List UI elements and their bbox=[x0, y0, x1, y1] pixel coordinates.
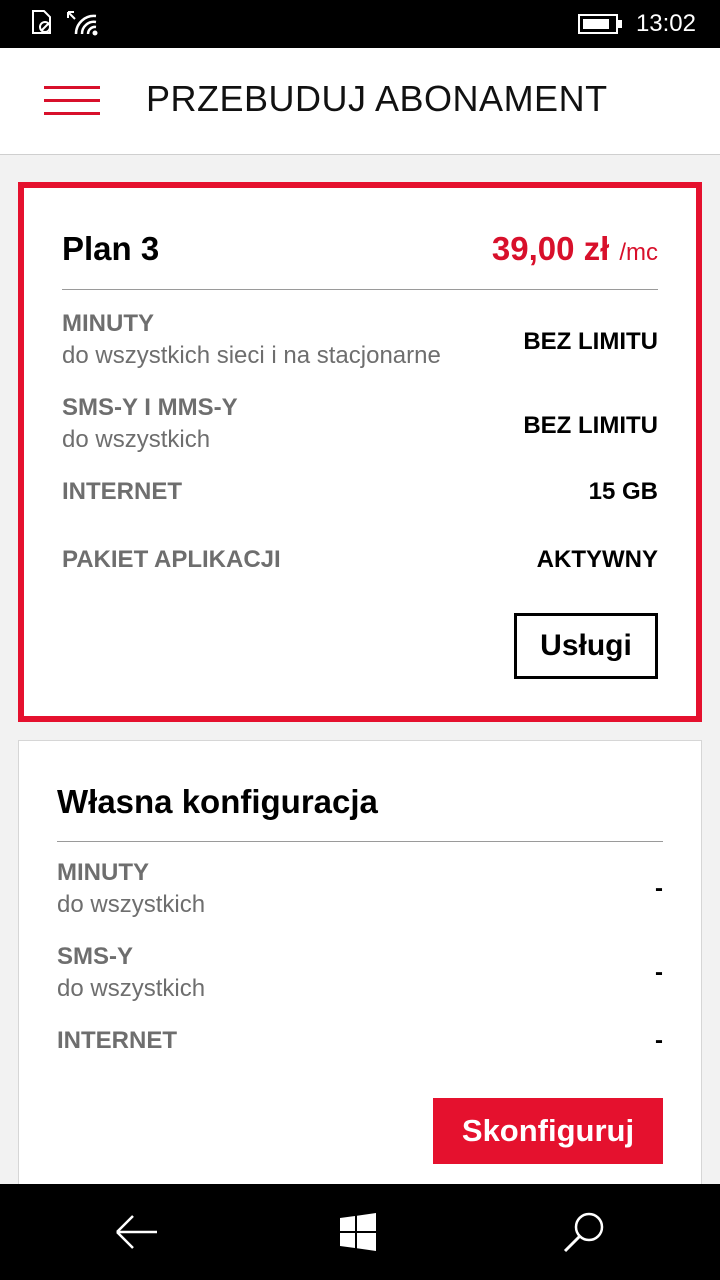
services-button[interactable]: Usługi bbox=[514, 613, 658, 679]
windows-start-icon[interactable] bbox=[334, 1208, 382, 1256]
custom-feature-row-minutes: MINUTY do wszystkich - bbox=[57, 859, 663, 919]
custom-feature-row-sms: SMS-Y do wszystkich - bbox=[57, 943, 663, 1003]
custom-feature-row-internet: INTERNET - bbox=[57, 1027, 663, 1055]
custom-title: Własna konfiguracja bbox=[57, 783, 378, 820]
feature-value: - bbox=[655, 875, 663, 902]
custom-config-card: Własna konfiguracja MINUTY do wszystkich… bbox=[18, 740, 702, 1200]
back-arrow-icon[interactable] bbox=[112, 1208, 160, 1256]
feature-value: 15 GB bbox=[588, 478, 658, 505]
feature-value: AKTYWNY bbox=[536, 546, 658, 573]
feature-value: BEZ LIMITU bbox=[523, 412, 658, 439]
plan-card[interactable]: Plan 3 39,00 zł /mc MINUTY do wszystkich… bbox=[18, 182, 702, 722]
feature-description: do wszystkich bbox=[57, 975, 206, 1002]
feature-row-minutes: MINUTY do wszystkich sieci i na stacjona… bbox=[62, 310, 658, 370]
feature-value: - bbox=[655, 959, 663, 986]
wifi-icon bbox=[66, 8, 100, 41]
plan-title: Plan 3 bbox=[62, 230, 160, 267]
feature-name: MINUTY bbox=[57, 859, 149, 886]
plan-card-header: Plan 3 39,00 zł /mc bbox=[62, 230, 658, 270]
feature-value: - bbox=[655, 1027, 663, 1054]
menu-line bbox=[44, 86, 100, 89]
feature-name: INTERNET bbox=[57, 1027, 177, 1054]
page-title: PRZEBUDUJ ABONAMENT bbox=[146, 78, 608, 119]
feature-name: INTERNET bbox=[62, 478, 182, 505]
feature-value: BEZ LIMITU bbox=[523, 328, 658, 355]
status-icons-right: 13:02 bbox=[577, 10, 696, 38]
price-amount: 39,00 zł bbox=[491, 230, 610, 267]
price-unit: /mc bbox=[619, 239, 658, 266]
app-header: PRZEBUDUJ ABONAMENT bbox=[0, 48, 720, 155]
plan-price: 39,00 zł /mc bbox=[492, 230, 658, 268]
hamburger-menu-icon[interactable] bbox=[44, 86, 100, 116]
feature-row-internet: INTERNET 15 GB bbox=[62, 478, 658, 506]
feature-description: do wszystkich bbox=[57, 891, 206, 918]
divider bbox=[57, 841, 663, 842]
configure-button[interactable]: Skonfiguruj bbox=[433, 1098, 663, 1164]
battery-level bbox=[582, 19, 609, 29]
feature-row-apps: PAKIET APLIKACJI AKTYWNY bbox=[62, 546, 658, 574]
no-sim-icon bbox=[30, 9, 54, 40]
status-icons-left bbox=[30, 8, 100, 41]
menu-line bbox=[44, 112, 100, 115]
system-nav-bar bbox=[0, 1184, 720, 1280]
status-bar: 13:02 bbox=[0, 0, 720, 48]
battery-icon bbox=[577, 14, 622, 34]
search-icon[interactable] bbox=[560, 1208, 608, 1256]
custom-card-header: Własna konfiguracja bbox=[57, 783, 663, 823]
feature-row-sms: SMS-Y I MMS-Y do wszystkich BEZ LIMITU bbox=[62, 394, 658, 454]
feature-name: SMS-Y bbox=[57, 943, 134, 970]
clock: 13:02 bbox=[635, 10, 696, 37]
menu-line bbox=[44, 99, 100, 102]
divider bbox=[62, 289, 658, 290]
